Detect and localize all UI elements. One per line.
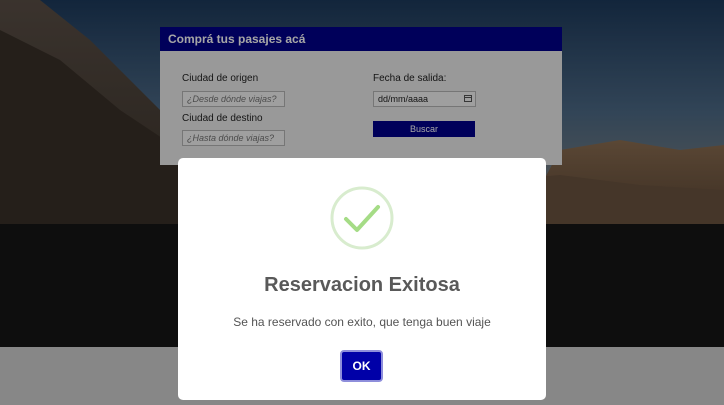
modal-title: Reservacion Exitosa	[264, 274, 460, 296]
ok-button[interactable]: OK	[340, 350, 383, 382]
success-modal: Reservacion Exitosa Se ha reservado con …	[178, 158, 546, 400]
page: Comprá tus pasajes acá Ciudad de origen …	[0, 0, 724, 405]
check-circle-icon	[330, 186, 394, 250]
modal-message: Se ha reservado con exito, que tenga bue…	[233, 315, 491, 329]
